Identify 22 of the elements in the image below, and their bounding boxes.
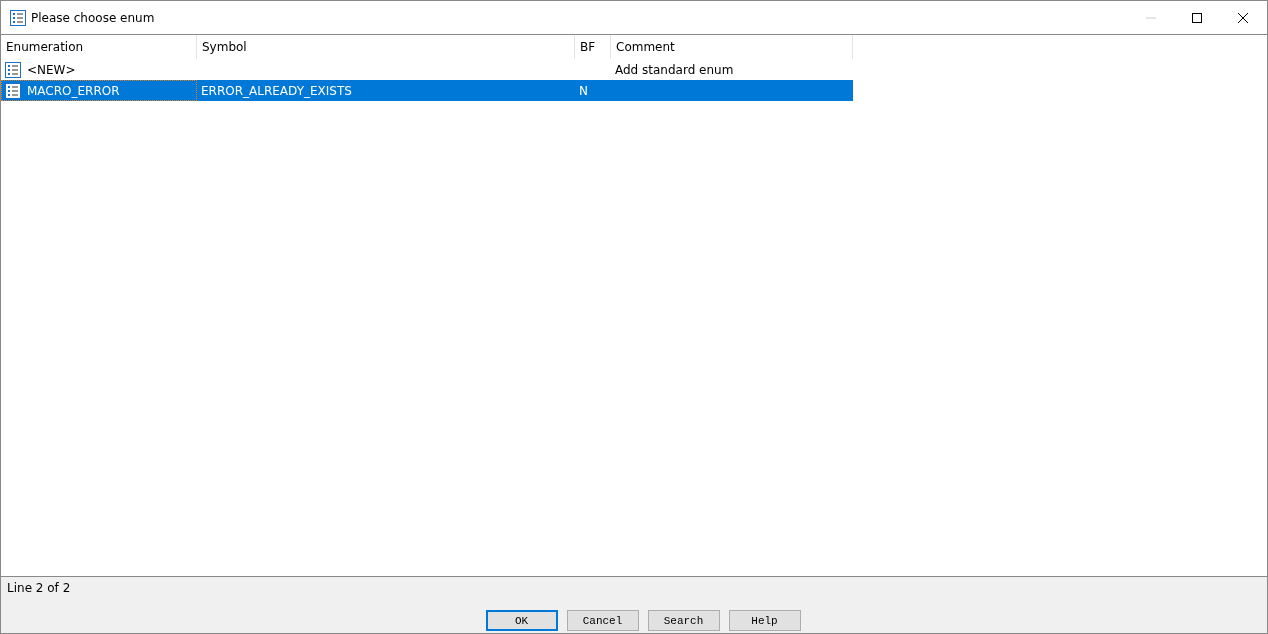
table-cell: Add standard enum	[615, 62, 734, 77]
column-header[interactable]: BF	[575, 35, 611, 59]
maximize-icon[interactable]	[1191, 11, 1203, 24]
dialog-button[interactable]: Help	[728, 610, 801, 631]
table-row[interactable]: <NEW> Add standard enum	[1, 59, 853, 80]
dialog-button[interactable]: Cancel	[566, 610, 639, 631]
dialog-button[interactable]: OK	[485, 610, 558, 631]
dialog-button[interactable]: Search	[647, 610, 720, 631]
close-icon[interactable]	[1237, 11, 1249, 24]
window-title: Please choose enum	[31, 10, 155, 25]
table-row[interactable]: MACRO_ERROR ERROR_ALREADY_EXISTS N	[1, 80, 853, 101]
table-cell: N	[579, 83, 588, 98]
list-icon	[5, 61, 21, 78]
table-cell: <NEW>	[27, 62, 76, 77]
status-text: Line 2 of 2	[6, 580, 71, 595]
table-cell: MACRO_ERROR	[27, 83, 120, 98]
list-icon	[10, 9, 26, 26]
table-cell: ERROR_ALREADY_EXISTS	[201, 83, 352, 98]
column-header[interactable]: Enumeration	[1, 35, 197, 59]
column-header[interactable]: Comment	[611, 35, 853, 59]
list-icon	[5, 82, 21, 99]
column-header[interactable]: Symbol	[197, 35, 575, 59]
